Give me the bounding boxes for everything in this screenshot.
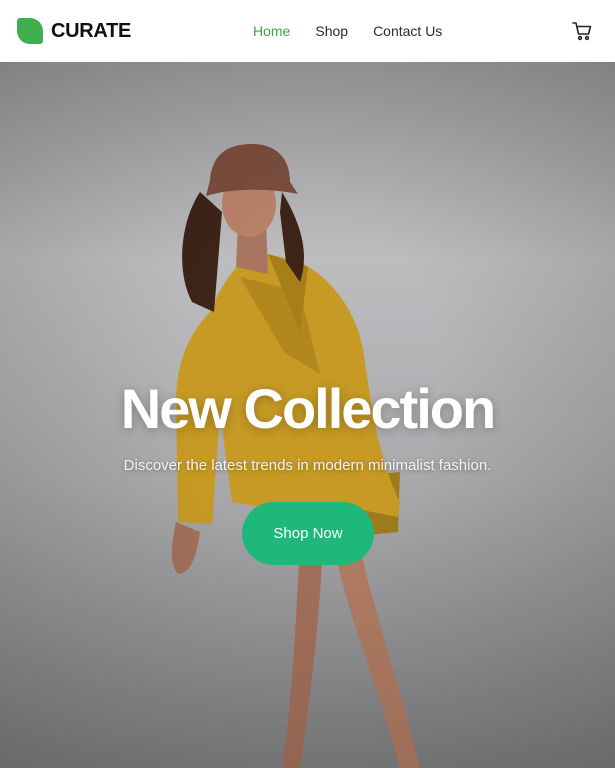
hero-title: New Collection bbox=[120, 377, 496, 440]
main-nav: Home Shop Contact Us bbox=[253, 0, 442, 62]
nav-shop[interactable]: Shop bbox=[315, 23, 348, 39]
brand-logo[interactable]: CURATE bbox=[17, 18, 131, 44]
site-header: CURATE Home Shop Contact Us bbox=[0, 0, 615, 62]
leaf-logo-icon bbox=[17, 18, 43, 44]
brand-name: CURATE bbox=[51, 19, 132, 42]
hero-section: New Collection Discover the latest trend… bbox=[0, 62, 615, 768]
nav-home[interactable]: Home bbox=[253, 23, 290, 39]
cart-icon[interactable] bbox=[571, 20, 593, 42]
nav-contact-us[interactable]: Contact Us bbox=[373, 23, 442, 39]
hero-subtitle: Discover the latest trends in modern min… bbox=[123, 457, 492, 474]
shop-now-button[interactable]: Shop Now bbox=[242, 502, 374, 565]
